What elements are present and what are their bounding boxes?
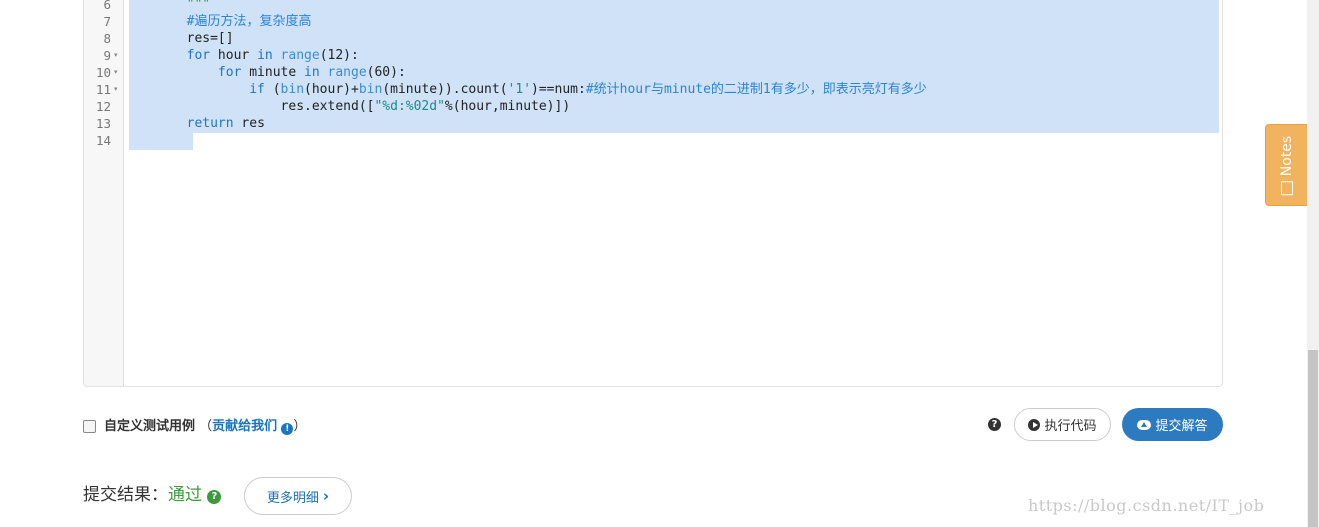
line-number: 9 xyxy=(103,48,111,63)
custom-test-row: 自定义测试用例 （贡献给我们 !） xyxy=(104,419,307,435)
code-text-area[interactable]: """ #遍历方法，复杂度高 res=[] for hour in range(… xyxy=(124,0,1222,386)
watermark: https://blog.csdn.net/IT_job xyxy=(1028,496,1265,515)
line-number: 10 xyxy=(95,65,111,80)
page-scrollbar-thumb[interactable] xyxy=(1308,350,1318,527)
code-line: return res xyxy=(186,116,265,131)
line-number: 12 xyxy=(95,99,111,114)
question-circle-icon[interactable]: ? xyxy=(207,490,222,504)
fold-arrow-icon[interactable]: ▾ xyxy=(114,81,122,98)
fold-arrow-icon[interactable]: ▾ xyxy=(114,64,122,81)
line-number: 13 xyxy=(95,116,111,131)
code-line: #遍历方法，复杂度高 xyxy=(124,13,1222,30)
code-line: res=[] xyxy=(186,31,234,46)
contribute-link[interactable]: 贡献给我们 xyxy=(212,419,277,434)
code-comment: #遍历方法，复杂度高 xyxy=(186,14,312,29)
cloud-upload-icon xyxy=(1137,419,1152,430)
line-number: 8 xyxy=(103,31,111,46)
code-comment: #统计hour与minute的二进制1有多少，即表示亮灯有多少 xyxy=(585,82,927,97)
code-line: res.extend(["%d:%02d"%(hour,minute)]) xyxy=(280,99,571,114)
line-number-gutter: 6 7 8 9 ▾ 10 ▾ 11 ▾ 12 13 14 xyxy=(84,0,124,386)
line-number: 14 xyxy=(95,133,111,148)
result-status: 通过 xyxy=(168,485,202,505)
code-line: for minute in range(60): xyxy=(217,65,406,80)
code-editor[interactable]: 6 7 8 9 ▾ 10 ▾ 11 ▾ 12 13 14 """ #遍历方法，复… xyxy=(83,0,1223,387)
submit-result: 提交结果：通过 ? xyxy=(83,483,222,507)
line-number: 7 xyxy=(103,14,111,29)
submit-solution-button[interactable]: 提交解答 xyxy=(1122,408,1223,441)
more-details-button[interactable]: 更多明细 › xyxy=(244,477,352,515)
code-line: """ xyxy=(186,0,211,12)
custom-test-label: 自定义测试用例 xyxy=(104,419,196,434)
chevron-right-icon: › xyxy=(322,487,330,505)
code-line: if (bin(hour)+bin(minute)).count('1')==n… xyxy=(249,82,927,97)
info-icon[interactable]: ! xyxy=(281,423,294,435)
line-number: 11 xyxy=(95,82,111,97)
notes-tab[interactable]: Notes xyxy=(1265,124,1307,206)
line-number: 6 xyxy=(103,0,111,12)
selection-highlight xyxy=(129,133,193,150)
notes-label: Notes xyxy=(1278,135,1295,177)
custom-test-checkbox[interactable] xyxy=(83,420,96,433)
code-line: for hour in range(12): xyxy=(186,48,359,63)
note-icon xyxy=(1280,181,1293,196)
run-code-button[interactable]: 执行代码 xyxy=(1014,408,1111,441)
fold-arrow-icon[interactable]: ▾ xyxy=(114,47,122,64)
play-icon xyxy=(1028,418,1041,431)
help-icon[interactable]: ? xyxy=(988,418,1001,431)
